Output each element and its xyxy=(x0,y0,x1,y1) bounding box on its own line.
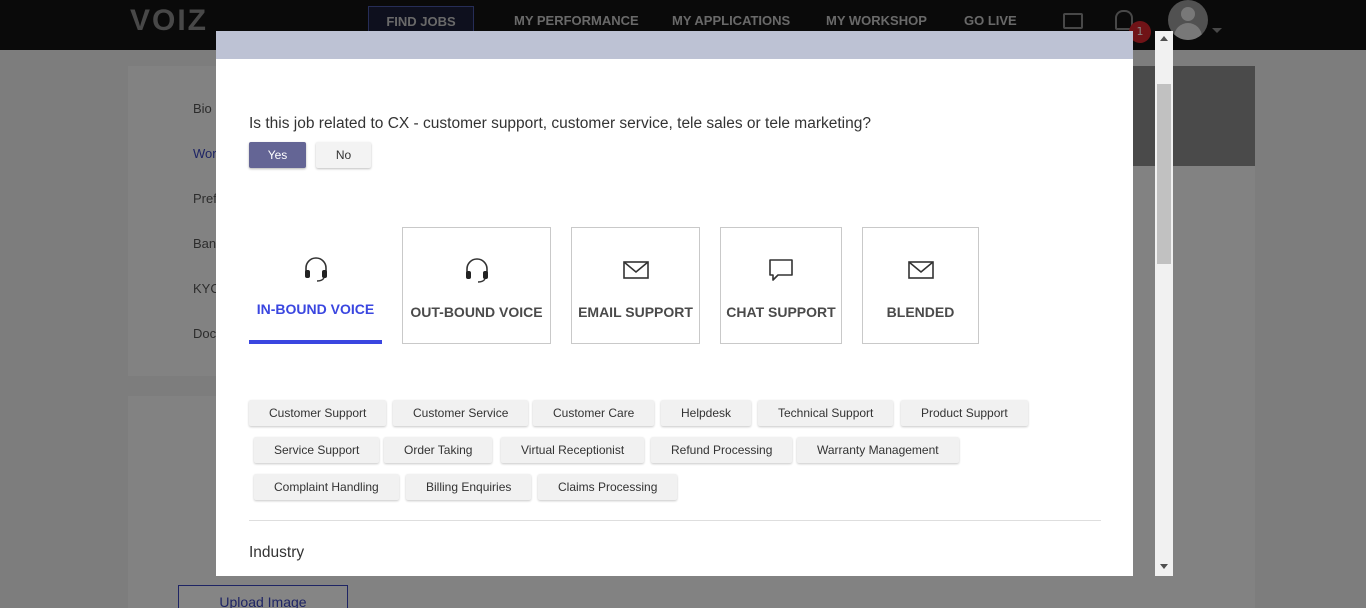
tag-order-taking[interactable]: Order Taking xyxy=(384,437,493,463)
headset-icon xyxy=(465,258,488,283)
section-divider xyxy=(249,520,1101,521)
cx-question: Is this job related to CX - customer sup… xyxy=(249,115,871,132)
job-category-modal: Is this job related to CX - customer sup… xyxy=(216,31,1133,576)
tag-customer-support[interactable]: Customer Support xyxy=(249,400,387,426)
no-button[interactable]: No xyxy=(316,142,371,168)
card-label: EMAIL SUPPORT xyxy=(578,304,693,320)
envelope-icon xyxy=(622,261,649,279)
scroll-down-arrow-icon[interactable] xyxy=(1160,564,1168,569)
card-label: IN-BOUND VOICE xyxy=(256,301,375,317)
headset-icon xyxy=(304,257,327,282)
yes-button[interactable]: Yes xyxy=(249,142,306,168)
card-email-support[interactable]: EMAIL SUPPORT xyxy=(571,227,700,344)
card-label: BLENDED xyxy=(886,304,955,320)
scroll-thumb[interactable] xyxy=(1157,84,1171,264)
card-label: OUT-BOUND VOICE xyxy=(410,304,543,320)
card-label: CHAT SUPPORT xyxy=(726,304,836,320)
tag-customer-care[interactable]: Customer Care xyxy=(533,400,655,426)
card-inbound-voice[interactable]: IN-BOUND VOICE xyxy=(249,227,382,344)
tag-virtual-receptionist[interactable]: Virtual Receptionist xyxy=(501,437,645,463)
envelope-icon xyxy=(907,261,934,279)
chat-bubble-icon xyxy=(769,259,793,281)
modal-header xyxy=(216,31,1133,59)
card-blended[interactable]: BLENDED xyxy=(862,227,979,344)
tag-claims-processing[interactable]: Claims Processing xyxy=(538,474,678,500)
tag-complaint-handling[interactable]: Complaint Handling xyxy=(254,474,399,500)
scroll-up-arrow-icon[interactable] xyxy=(1160,36,1168,41)
tag-billing-enquiries[interactable]: Billing Enquiries xyxy=(406,474,532,500)
card-chat-support[interactable]: CHAT SUPPORT xyxy=(720,227,842,344)
tag-service-support[interactable]: Service Support xyxy=(254,437,380,463)
modal-scrollbar[interactable] xyxy=(1155,31,1173,576)
tag-product-support[interactable]: Product Support xyxy=(901,400,1028,426)
tag-helpdesk[interactable]: Helpdesk xyxy=(661,400,752,426)
tag-customer-service[interactable]: Customer Service xyxy=(393,400,529,426)
tag-warranty-management[interactable]: Warranty Management xyxy=(797,437,959,463)
tag-technical-support[interactable]: Technical Support xyxy=(758,400,894,426)
industry-heading: Industry xyxy=(249,544,305,561)
tag-refund-processing[interactable]: Refund Processing xyxy=(651,437,793,463)
card-outbound-voice[interactable]: OUT-BOUND VOICE xyxy=(402,227,551,344)
